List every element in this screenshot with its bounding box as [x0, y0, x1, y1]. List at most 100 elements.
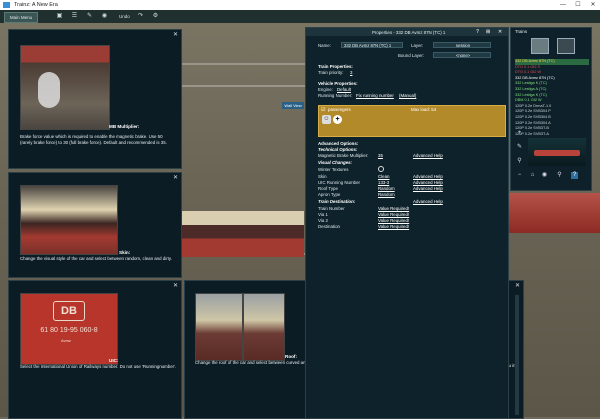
winter-textures-radio[interactable]	[378, 166, 384, 172]
via1-link[interactable]: Value Required!	[378, 212, 409, 217]
advanced-help-link[interactable]: Advanced Help	[413, 174, 443, 179]
train-priority-label: Train priority:	[318, 70, 344, 75]
uic-number: 61 80 19-95 060-8	[40, 327, 98, 334]
uic-plate-photo: DB 61 80 19-95 060-8 Avmz	[20, 293, 118, 365]
wrench-icon[interactable]: ✎	[516, 144, 523, 151]
running-manual-link[interactable]: (Manual)	[399, 93, 416, 98]
mb-multiplier-label: Magnetic Brake Multiplier:	[318, 153, 369, 158]
passenger-icon: ☺	[322, 115, 331, 124]
scrollbar[interactable]	[515, 295, 519, 415]
trainz-logo-icon	[3, 2, 10, 8]
db-logo: DB	[53, 301, 85, 321]
remove-icon[interactable]: −	[516, 172, 523, 179]
train-number-label: Train Number	[318, 206, 345, 211]
preview-car	[534, 150, 580, 156]
close-icon[interactable]: ✕	[173, 174, 178, 181]
running-number-link[interactable]: Fix running number	[356, 93, 394, 98]
train-preview	[528, 138, 586, 166]
layers-icon[interactable]: ☰	[70, 12, 79, 21]
advanced-help-link[interactable]: Advanced Help	[413, 199, 443, 204]
main-toolbar: Main Menu ▣ ☰ ✎ ◉ Undo ↷ ⚙	[0, 10, 600, 24]
advanced-help-link[interactable]: Advanced Help	[413, 180, 443, 185]
name-field[interactable]: 332 DB Avmz 87N (TC) 1	[341, 42, 403, 48]
uic-type: Avmz	[61, 338, 71, 343]
train-number-link[interactable]: Value Required!	[378, 206, 409, 211]
roof-type-label: Roof Type	[318, 186, 338, 191]
save-icon[interactable]: ▣	[55, 12, 64, 21]
mb-multiplier-help-panel: ✕ MB Multiplier: Brake force value which…	[8, 29, 182, 169]
advanced-options-heading: Advanced Options:	[318, 141, 359, 146]
mb-multiplier-link[interactable]: 35	[378, 153, 383, 158]
redo-icon[interactable]: ↷	[136, 12, 145, 21]
running-number-label: Running Number:	[318, 93, 353, 98]
skin-photo	[20, 185, 118, 255]
panel-title: UIC:	[109, 358, 119, 363]
panel-text: Select the International Union of Railwa…	[20, 364, 177, 369]
help-icon[interactable]: ?	[476, 29, 479, 35]
maximize-icon[interactable]: ☐	[571, 0, 585, 10]
uic-label: UIC Running Number	[318, 180, 360, 185]
track	[180, 63, 305, 65]
window-title: Trainz: A New Era	[14, 2, 58, 8]
skin-link[interactable]: Clean	[378, 174, 389, 179]
bound-layer-select[interactable]: <none>	[433, 52, 491, 58]
passengers-label: passengers	[328, 107, 351, 112]
camera-icon[interactable]: ◉	[100, 12, 109, 21]
add-product-icon[interactable]: +	[333, 115, 342, 124]
close-window-icon[interactable]: ✕	[586, 0, 600, 10]
panel-title: Skin:	[119, 250, 131, 255]
engine-label: Engine:	[318, 87, 333, 92]
minimize-icon[interactable]: —	[556, 0, 570, 10]
via2-link[interactable]: Value Required!	[378, 218, 409, 223]
technical-options-heading: Technical Options:	[318, 147, 358, 152]
uic-link[interactable]: 133-3	[378, 180, 389, 185]
close-icon[interactable]: ✕	[498, 29, 502, 35]
add-icon[interactable]: +	[516, 130, 523, 137]
roof-photo-curved	[195, 293, 243, 361]
close-icon[interactable]: ✕	[173, 282, 178, 289]
window-title-bar: Trainz: A New Era — ☐ ✕	[0, 0, 600, 10]
pin-icon[interactable]: ⊞	[486, 29, 490, 35]
advanced-help-link[interactable]: Advanced Help	[413, 153, 443, 158]
undo-button[interactable]: Undo	[119, 12, 130, 21]
panel-title: MB Multiplier:	[109, 124, 140, 129]
close-icon[interactable]: ✕	[173, 31, 178, 38]
train-priority-link[interactable]: 3	[350, 70, 352, 75]
layer-select[interactable]: session	[433, 42, 491, 48]
tools-icon[interactable]: ✎	[85, 12, 94, 21]
properties-header: Properties - 332 DB Avmz 87N (TC) 1 ? ⊞ …	[306, 28, 508, 36]
destination-link[interactable]: Value Required!	[378, 224, 409, 229]
consist-view-icon[interactable]	[557, 38, 575, 54]
roof-photo-barrel	[243, 293, 285, 361]
main-menu-button[interactable]: Main Menu	[4, 12, 38, 23]
roof-type-link[interactable]: Random	[378, 186, 395, 191]
name-label: Name:	[318, 43, 331, 48]
eye-icon[interactable]: ◉	[541, 172, 548, 179]
advanced-help-link[interactable]: Advanced Help	[413, 186, 443, 191]
close-icon[interactable]: ✕	[515, 282, 520, 289]
train-list-item[interactable]: 120P 0.2e SVB3T-A	[515, 132, 589, 138]
layer-label: Layer:	[411, 43, 424, 48]
apron-type-link[interactable]: Random	[378, 192, 395, 197]
arrows-icon	[38, 72, 60, 108]
train-list: 332 DB Avmz 87N (TC) DTO 0.1 Gt2 S DTO 0.1…	[511, 59, 591, 141]
help-icon[interactable]: ?	[571, 172, 578, 179]
destination-label: Destination	[318, 224, 340, 229]
train-car[interactable]	[507, 193, 600, 233]
search-icon[interactable]: ⚲	[556, 172, 563, 179]
map-icon[interactable]: ⌂	[529, 172, 536, 179]
train-car[interactable]	[181, 211, 304, 257]
trains-title: Trains	[515, 29, 528, 34]
trains-panel: Trains 332 DB Avmz 87N (TC) DTO 0.1 Gt2 S…	[510, 27, 592, 191]
settings-icon[interactable]: ⚙	[151, 12, 160, 21]
panel-text: Brake force value which is required to e…	[20, 134, 167, 145]
engine-link[interactable]: Default	[337, 87, 351, 92]
panel-title: Roof:	[285, 354, 297, 359]
passengers-product-row[interactable]: ☑ passengers Max load: 54 ☺ +	[318, 105, 506, 137]
train-view-icon[interactable]	[531, 38, 549, 54]
passengers-checkbox[interactable]: ☑	[321, 107, 325, 113]
train-properties-heading: Train Properties:	[318, 64, 353, 69]
properties-panel: Properties - 332 DB Avmz 87N (TC) 1 ? ⊞ …	[305, 27, 509, 419]
track	[180, 85, 305, 87]
link-icon[interactable]: ⚲	[516, 158, 523, 165]
